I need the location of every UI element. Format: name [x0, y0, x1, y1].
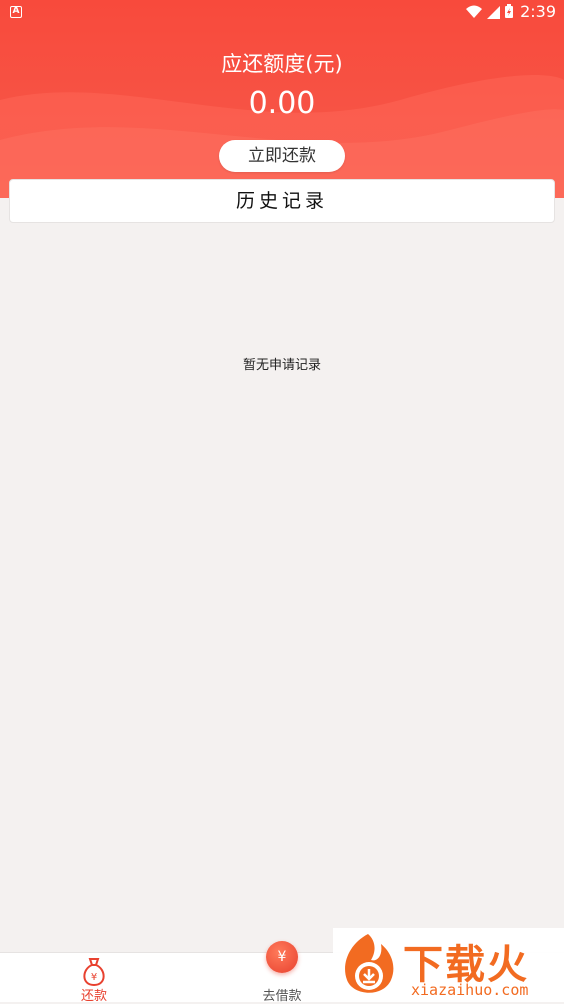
empty-records-message: 暂无申请记录 — [242, 358, 321, 373]
watermark-url: xiazaihuo.com — [411, 981, 529, 999]
battery-icon — [505, 4, 514, 18]
flame-logo-icon — [345, 934, 394, 993]
watermark-logo: 下载火 xiazaihuo.com — [333, 928, 564, 1002]
clock: 2:39 — [520, 2, 556, 21]
header-banner: A 2:39 应还额度(元) 0.00 立即还款 — [0, 0, 564, 198]
svg-text:¥: ¥ — [91, 972, 97, 983]
due-amount-label: 应还额度(元) — [221, 52, 343, 76]
status-bar: A 2:39 — [0, 0, 564, 24]
signal-icon — [487, 5, 501, 19]
history-title-card: 历史记录 — [9, 179, 555, 223]
yen-icon: ¥ — [266, 941, 298, 973]
wifi-icon — [466, 5, 483, 18]
tab-borrow-label: 去借款 — [262, 989, 302, 1004]
app-notification-icon: A — [10, 6, 22, 18]
tab-repay-label: 还款 — [80, 989, 107, 1004]
money-bag-icon: ¥ — [83, 958, 105, 987]
due-amount-value: 0.00 — [248, 86, 316, 121]
wave-decoration — [0, 75, 564, 198]
repay-now-button[interactable]: 立即还款 — [219, 140, 345, 172]
